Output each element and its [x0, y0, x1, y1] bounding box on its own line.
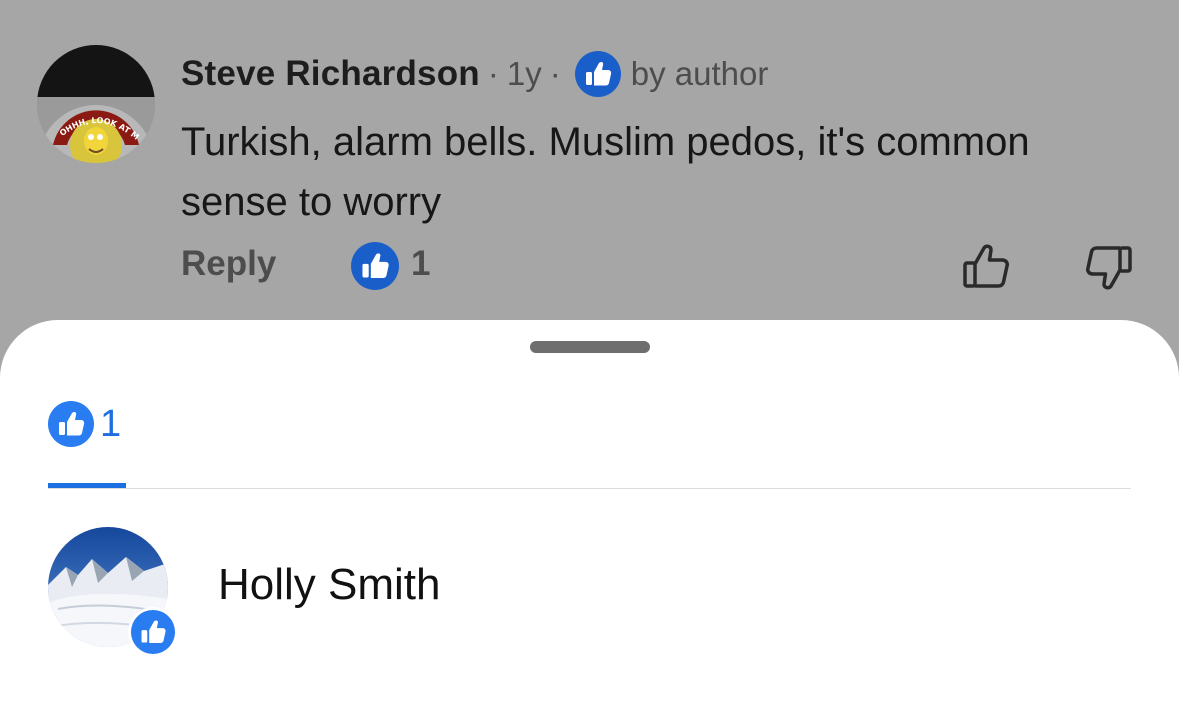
reactions-sheet: 1 Holly Smith — [0, 320, 1179, 706]
comment: OHHH, LOOK AT ME!!! Steve Richardson · 1… — [0, 0, 1179, 330]
thumbs-up-icon — [131, 610, 175, 654]
like-count[interactable]: 1 — [411, 244, 430, 284]
comment-actions: Reply 1 — [181, 240, 1141, 292]
tab-count: 1 — [100, 402, 122, 445]
reply-button[interactable]: Reply — [181, 244, 276, 284]
separator-dot: · — [487, 55, 499, 92]
comment-text: Turkish, alarm bells. Muslim pedos, it's… — [181, 120, 1030, 224]
separator-dot: · — [549, 55, 561, 92]
tab-all-reactions[interactable]: 1 — [48, 394, 128, 454]
commenter-avatar[interactable]: OHHH, LOOK AT ME!!! — [37, 45, 155, 163]
liked-by-author-label: by author — [630, 55, 769, 92]
list-item[interactable]: Holly Smith — [48, 527, 1131, 657]
thumbs-up-icon — [48, 401, 94, 447]
thumbs-up-icon[interactable] — [351, 242, 399, 290]
commenter-name[interactable]: Steve Richardson — [181, 54, 480, 94]
reaction-badge — [128, 607, 178, 657]
reactor-name[interactable]: Holly Smith — [218, 560, 441, 610]
thumbs-up-icon — [574, 51, 621, 97]
divider — [48, 488, 1131, 489]
thumbs-up-outline-icon[interactable] — [961, 240, 1013, 292]
sheet-grabber[interactable] — [530, 341, 650, 353]
comment-header: Steve Richardson · 1y · by author — [181, 51, 769, 97]
comment-age: 1y — [506, 55, 542, 92]
thumbs-down-outline-icon[interactable] — [1082, 242, 1134, 294]
